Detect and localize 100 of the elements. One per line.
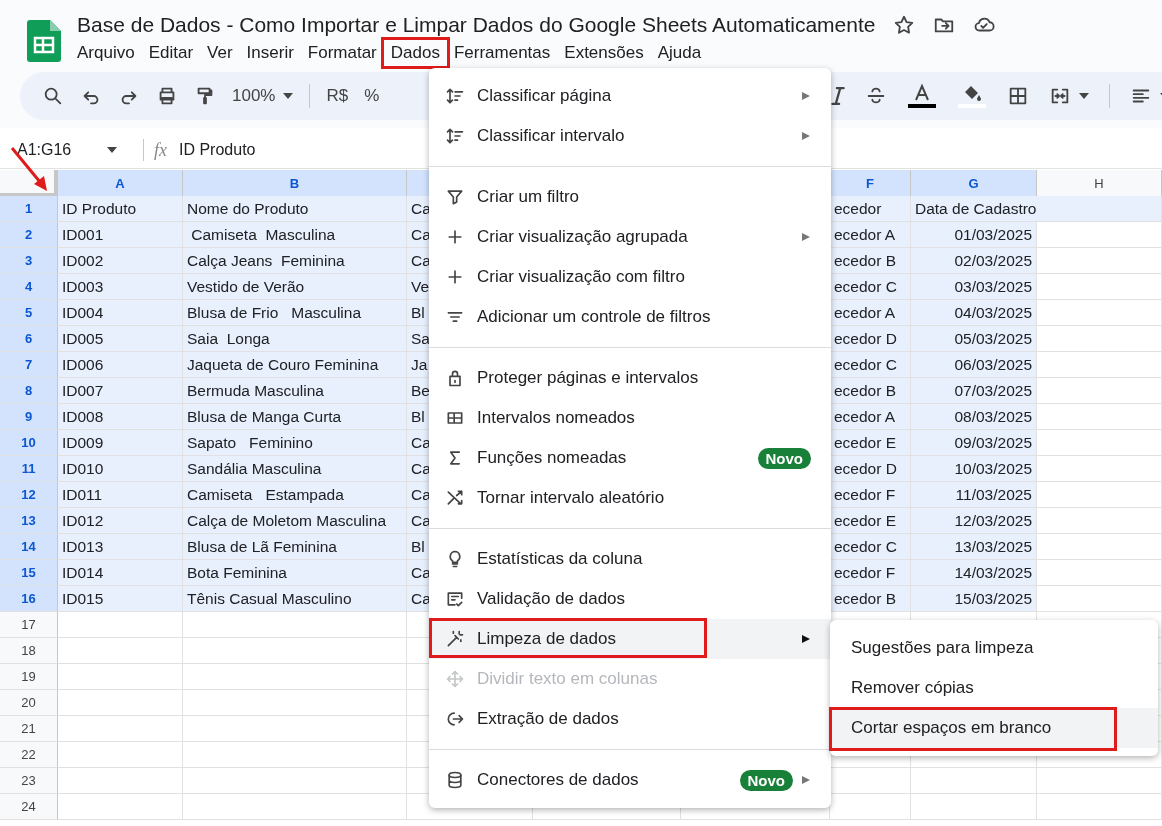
row-header[interactable]: 23 <box>0 768 58 794</box>
row-header[interactable]: 17 <box>0 612 58 638</box>
table-cell: ID011 <box>58 482 183 508</box>
table-cell: 02/03/2025 <box>911 248 1037 274</box>
table-cell: ecedor C <box>830 274 911 300</box>
menu-item[interactable]: Limpeza de dados <box>429 619 831 659</box>
table-cell: ID012 <box>58 508 183 534</box>
menu-item[interactable]: Classificar intervalo <box>429 116 831 156</box>
borders-icon <box>1007 85 1029 107</box>
table-cell: Blusa de Frio Masculina <box>183 300 407 326</box>
column-header[interactable]: B <box>183 170 407 197</box>
table-cell: 04/03/2025 <box>911 300 1037 326</box>
table-cell: ID004 <box>58 300 183 326</box>
menu-item[interactable]: Conectores de dados Novo <box>429 760 831 800</box>
row-header[interactable]: 15 <box>0 560 58 586</box>
table-cell: ID007 <box>58 378 183 404</box>
row-header[interactable]: 13 <box>0 508 58 534</box>
menu-bar-item[interactable]: Ver <box>200 40 240 66</box>
table-cell: 13/03/2025 <box>911 534 1037 560</box>
table-cell: 05/03/2025 <box>911 326 1037 352</box>
row-header[interactable]: 10 <box>0 430 58 456</box>
menu-bar-item[interactable]: Extensões <box>557 40 651 66</box>
row-header[interactable]: 1 <box>0 196 58 222</box>
table-cell: Vestido de Verão <box>183 274 407 300</box>
table-cell: Bota Feminina <box>183 560 407 586</box>
table-cell: 15/03/2025 <box>911 586 1037 612</box>
row-header[interactable]: 2 <box>0 222 58 248</box>
row-header[interactable]: 6 <box>0 326 58 352</box>
column-header[interactable]: F <box>830 170 911 197</box>
table-cell: ecedor A <box>830 300 911 326</box>
table-cell: ecedor F <box>830 560 911 586</box>
row-header[interactable]: 19 <box>0 664 58 690</box>
table-cell: ecedor B <box>830 378 911 404</box>
row-header[interactable]: 4 <box>0 274 58 300</box>
table-cell: 01/03/2025 <box>911 222 1037 248</box>
table-cell: ecedor E <box>830 508 911 534</box>
menu-bar-item[interactable]: Editar <box>141 40 201 66</box>
row-header[interactable]: 20 <box>0 690 58 716</box>
table-cell: ID013 <box>58 534 183 560</box>
row-header[interactable]: 14 <box>0 534 58 560</box>
currency-format-button[interactable]: R$ <box>326 86 349 106</box>
row-header[interactable]: 8 <box>0 378 58 404</box>
menu-bar-item[interactable]: Ajuda <box>650 40 709 66</box>
table-cell: 14/03/2025 <box>911 560 1037 586</box>
table-cell: ID Produto <box>58 196 183 222</box>
table-cell: ecedor D <box>830 326 911 352</box>
table-cell: ecedor A <box>830 404 911 430</box>
row-header[interactable]: 18 <box>0 638 58 664</box>
star-icon <box>893 13 916 36</box>
table-cell: ecedor D <box>830 456 911 482</box>
table-cell: Sapato Feminino <box>183 430 407 456</box>
column-header[interactable]: A <box>58 170 183 197</box>
text-color-icon[interactable] <box>907 82 937 110</box>
menu-bar-item[interactable]: Dados <box>383 40 447 66</box>
row-header[interactable]: 3 <box>0 248 58 274</box>
row-header[interactable]: 24 <box>0 794 58 820</box>
spreadsheet-logo-icon[interactable] <box>27 20 61 62</box>
menu-bar-item[interactable]: Inserir <box>239 40 301 66</box>
row-header[interactable]: 21 <box>0 716 58 742</box>
table-cell: ID003 <box>58 274 183 300</box>
document-title[interactable]: Base de Dados - Como Importar e Limpar Dados do Google Sheets Automaticamente <box>77 12 876 37</box>
table-cell: Sandália Masculina <box>183 456 407 482</box>
table-cell: Blusa de Lã Feminina <box>183 534 407 560</box>
search-icon <box>42 85 64 107</box>
table-cell: ecedor <box>830 196 911 222</box>
table-cell: Jaqueta de Couro Feminina <box>183 352 407 378</box>
menu-item[interactable]: Classificar página <box>429 76 831 116</box>
menu-item[interactable]: Sugestões para limpeza <box>830 628 1158 668</box>
table-cell: ecedor C <box>830 534 911 560</box>
percent-format-button[interactable]: % <box>364 86 380 106</box>
table-cell: 11/03/2025 <box>911 482 1037 508</box>
menu-item[interactable]: Remover cópias <box>830 668 1158 708</box>
table-cell: ID008 <box>58 404 183 430</box>
row-header[interactable]: 16 <box>0 586 58 612</box>
menu-bar-item[interactable]: Ferramentas <box>446 40 558 66</box>
row-header[interactable]: 22 <box>0 742 58 768</box>
table-cell: ecedor F <box>830 482 911 508</box>
menu-bar-item[interactable]: Arquivo <box>70 40 142 66</box>
row-header[interactable]: 12 <box>0 482 58 508</box>
zoom-select[interactable]: 100% <box>232 86 294 106</box>
table-cell: Calça de Moletom Masculina <box>183 508 407 534</box>
table-cell: ecedor C <box>830 352 911 378</box>
menu-item[interactable]: Extração de dados <box>429 699 831 739</box>
column-header[interactable]: G <box>911 170 1037 197</box>
row-header[interactable]: 9 <box>0 404 58 430</box>
menu-item[interactable]: Cortar espaços em branco <box>830 708 1158 748</box>
magic-wand-icon <box>445 629 465 649</box>
row-header[interactable]: 11 <box>0 456 58 482</box>
table-cell: Saia Longa <box>183 326 407 352</box>
table-cell: Bermuda Masculina <box>183 378 407 404</box>
italic-icon[interactable] <box>831 87 845 105</box>
row-header[interactable]: 7 <box>0 352 58 378</box>
table-cell: ID015 <box>58 586 183 612</box>
table-cell: ecedor B <box>830 248 911 274</box>
column-header[interactable]: H <box>1037 170 1162 197</box>
menu-bar-item[interactable]: Formatar <box>300 40 384 66</box>
checklist-icon <box>445 589 465 609</box>
formula-input[interactable]: ID Produto <box>179 141 256 159</box>
name-box[interactable]: A1:G16 <box>0 141 127 159</box>
row-header[interactable]: 5 <box>0 300 58 326</box>
